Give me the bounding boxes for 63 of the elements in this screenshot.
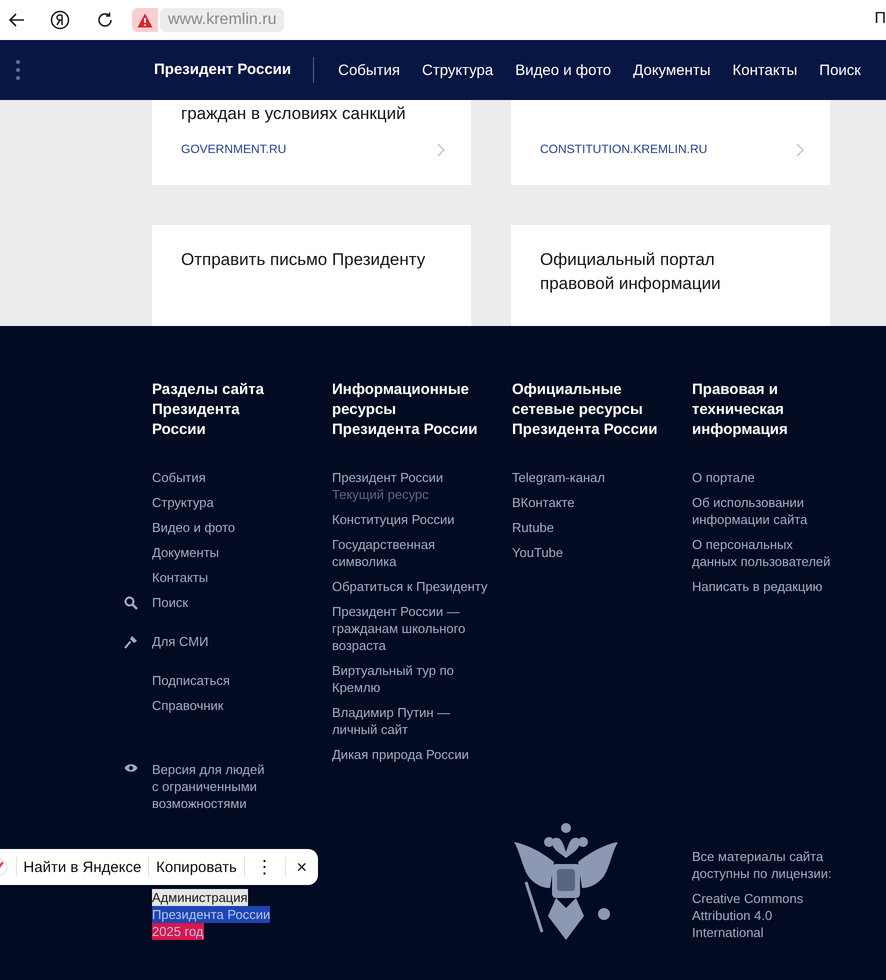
nav-link[interactable]: События xyxy=(338,62,400,78)
column-heading: Разделы сайта Президента России xyxy=(152,380,264,440)
footer-link[interactable]: Конституция России xyxy=(332,511,455,528)
footer-link[interactable]: Rutube xyxy=(512,519,554,536)
footer-link[interactable]: Структура xyxy=(152,494,214,511)
back-icon[interactable] xyxy=(8,11,26,29)
eye-icon xyxy=(124,763,138,773)
chevron-icon xyxy=(796,143,804,157)
more-button[interactable]: ⋮ xyxy=(244,852,285,882)
link-note: Текущий ресурс xyxy=(332,486,429,503)
footer-link[interactable]: Обратиться к Президенту xyxy=(332,578,488,595)
card-link[interactable]: GOVERNMENT.RU xyxy=(181,141,286,158)
footer-link[interactable]: Виртуальный тур по Кремлю xyxy=(332,662,454,696)
column-heading: Правовая и техническая информация xyxy=(692,380,788,440)
footer-link[interactable]: Об использовании информации сайта xyxy=(692,494,808,528)
footer-link[interactable]: Президент России — гражданам школьного возраста xyxy=(332,603,466,654)
link-card[interactable]: CONSTITUTION.KREMLIN.RU xyxy=(511,100,830,185)
footer-link[interactable]: Документы xyxy=(152,544,220,561)
footer-link[interactable]: Справочник xyxy=(152,697,224,714)
search-icon xyxy=(124,596,138,610)
card-title: Отправить письмо Президенту xyxy=(181,249,426,271)
footer-link[interactable]: О портале xyxy=(692,469,755,486)
footer-link[interactable]: О персональных данных пользователей xyxy=(692,536,830,570)
link-card[interactable]: Официальный портал правовой информации xyxy=(511,225,830,326)
card-title: Официальный портал правовой информации xyxy=(540,249,721,295)
column-heading: Официальные сетевые ресурсы Президента России xyxy=(512,380,658,440)
link-card[interactable]: Отправить письмо Президенту xyxy=(152,225,471,326)
nav-link[interactable]: Видео и фото xyxy=(515,62,612,78)
footer-link[interactable]: Дикая природа России xyxy=(332,746,469,763)
reload-icon[interactable] xyxy=(96,11,114,29)
footer-link[interactable]: Версия для людей с ограниченными возможностями xyxy=(152,761,264,812)
license-note: Все материалы сайта доступны по лицензии: xyxy=(692,848,832,882)
footer-link[interactable]: Контакты xyxy=(152,569,208,586)
footer-link[interactable]: Для СМИ xyxy=(152,633,208,650)
close-button[interactable]: × xyxy=(285,852,318,882)
footer-link[interactable]: Государственная символика xyxy=(332,536,436,570)
site-title-link[interactable]: Президент России xyxy=(154,57,314,83)
menu-icon[interactable] xyxy=(16,60,20,80)
nav-link[interactable]: Контакты xyxy=(732,62,798,78)
footer-link[interactable]: ВКонтакте xyxy=(512,494,575,511)
footer-link[interactable]: Видео и фото xyxy=(152,519,236,536)
column-heading: Информационные ресурсы Президента России xyxy=(332,380,478,440)
nav-link[interactable]: Документы xyxy=(633,62,710,78)
license-link[interactable]: Creative Commons Attribution 4.0 International xyxy=(692,890,804,941)
footer-link[interactable]: Подписаться xyxy=(152,672,230,689)
chevron-icon xyxy=(437,143,445,157)
nav-link[interactable]: Поиск xyxy=(819,62,861,78)
popup-action-button[interactable]: Найти в Яндексе xyxy=(16,852,148,882)
yandex-icon[interactable] xyxy=(50,10,70,30)
footer-link[interactable]: YouTube xyxy=(512,544,564,561)
card-title: граждан в условиях санкций xyxy=(181,103,406,125)
footer-link[interactable]: Поиск xyxy=(152,594,188,611)
card-link[interactable]: CONSTITUTION.KREMLIN.RU xyxy=(540,141,708,158)
footer-link[interactable]: Президент России xyxy=(332,469,444,486)
link-card[interactable]: граждан в условиях санкций GOVERNMENT.RU xyxy=(152,100,471,185)
popup-action-button[interactable]: Копировать xyxy=(149,852,244,882)
nav-link[interactable]: Структура xyxy=(422,62,494,78)
footer-link[interactable]: Написать в редакцию xyxy=(692,578,822,595)
footer-link[interactable]: Владимир Путин — личный сайт xyxy=(332,704,450,738)
warning-icon[interactable] xyxy=(137,12,153,28)
footer-link[interactable]: События xyxy=(152,469,206,486)
footer-link[interactable]: Telegram-канал xyxy=(512,469,605,486)
toolbar-text: П xyxy=(874,10,886,28)
